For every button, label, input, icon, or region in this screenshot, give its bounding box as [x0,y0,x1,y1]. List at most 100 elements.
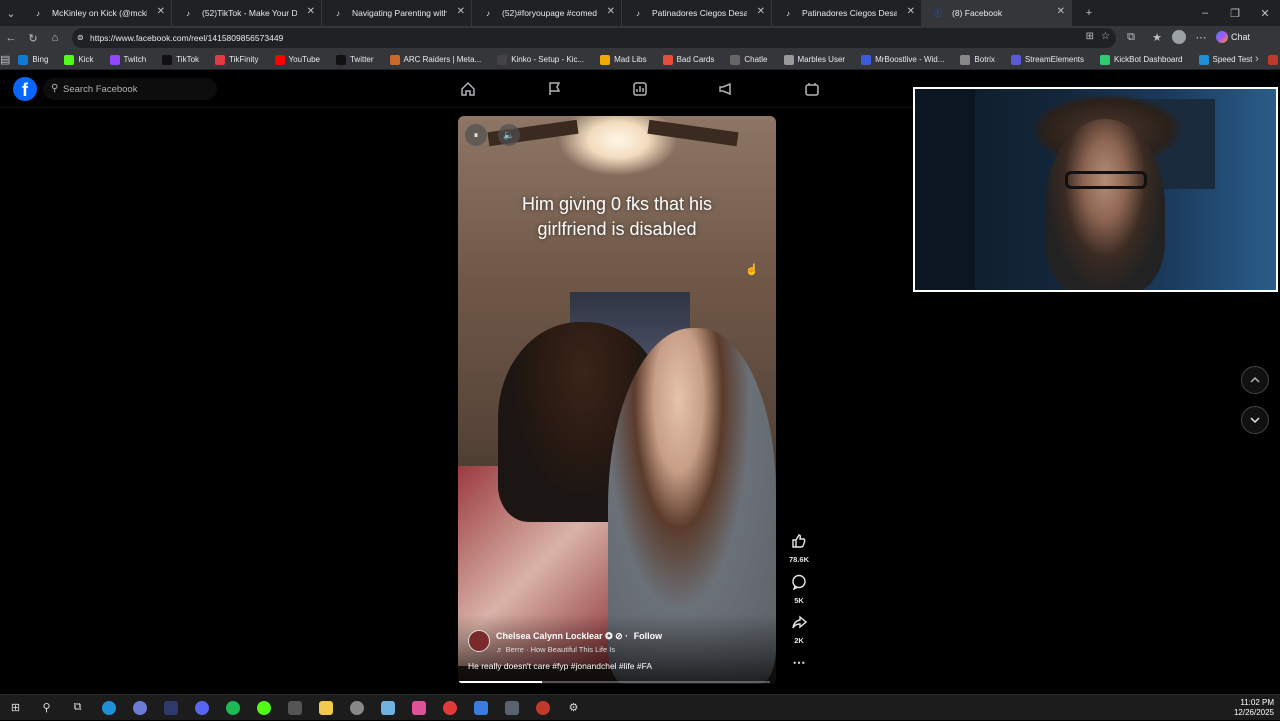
insights-icon[interactable] [630,80,650,98]
pages-flag-icon[interactable] [544,80,564,98]
bookmark-item[interactable]: TikFinity [207,54,266,65]
home-button-icon[interactable]: ⌂ [44,32,66,44]
edge-browser-icon[interactable] [93,695,124,721]
app-icon[interactable] [372,695,403,721]
tab-list-chevron-icon[interactable]: ⌄ [0,7,22,20]
follow-button[interactable]: Follow [634,631,663,641]
url-bar[interactable]: ⊜ https://www.facebook.com/reel/14158098… [72,28,1116,48]
bookmark-item[interactable]: Marbles User [776,54,854,65]
streamer-face [1045,119,1165,290]
minimize-window-icon[interactable]: – [1190,7,1220,19]
profile-avatar[interactable] [1172,30,1186,44]
settings-gear-icon[interactable]: ⚙ [558,695,589,721]
volume-icon[interactable]: 🔈 [498,124,520,146]
bookmark-label: Twitter [349,55,374,64]
restore-window-icon[interactable]: ❐ [1220,7,1250,20]
clock-date: 12/26/2025 [1233,708,1274,717]
progress-fill [458,681,543,683]
megaphone-ads-icon[interactable] [716,80,736,98]
bookmark-item[interactable]: Chatle [722,54,775,65]
new-tab-button[interactable]: + [1078,7,1100,19]
close-tab-icon[interactable]: ✕ [1057,6,1065,17]
next-reel-button[interactable] [1241,406,1269,434]
bookmark-item[interactable]: Mad Libs [592,54,654,65]
copilot-chat-button[interactable]: Chat [1216,31,1250,43]
app-icon[interactable] [155,695,186,721]
bookmark-item[interactable]: Kinko - Setup - Kic... [489,54,592,65]
author-name[interactable]: Chelsea Calynn Locklear [496,631,603,641]
browser-tab[interactable]: ♪ Navigating Parenting with Toddle ✕ [322,0,472,26]
close-tab-icon[interactable]: ✕ [307,6,315,17]
bookmark-item[interactable]: Bing [10,54,56,65]
bookmark-item[interactable]: Botrix [952,54,1002,65]
video-progress-bar[interactable] [458,681,770,683]
streamer-glasses [1065,171,1147,189]
previous-reel-button[interactable] [1241,366,1269,394]
close-tab-icon[interactable]: ✕ [607,6,615,17]
bookmark-item[interactable]: Twitter [328,54,382,65]
bookmark-item[interactable]: MrBoostlive - Wid... [853,54,952,65]
app-icon[interactable] [341,695,372,721]
reading-list-icon[interactable]: ▤ [0,53,10,66]
favorites-icon[interactable]: ★ [1146,31,1168,44]
app-icon[interactable] [527,695,558,721]
comment-action[interactable]: 5K [787,574,811,605]
discord-icon[interactable] [186,695,217,721]
bookmark-item[interactable]: Kick [56,54,101,65]
bookmark-item[interactable]: Twitch [102,54,155,65]
bookmark-item[interactable]: Bad Cards [655,54,723,65]
taskbar-clock[interactable]: 11:02 PM 12/26/2025 [1234,698,1274,718]
browser-tab[interactable]: ♪ Patinadores Ciegos Desafiando el ✕ [622,0,772,26]
bookmark-star-icon[interactable]: ☆ [1101,31,1110,42]
close-window-icon[interactable]: ✕ [1250,7,1280,20]
close-tab-icon[interactable]: ✕ [157,6,165,17]
bookmark-item[interactable]: ARC Raiders | Meta... [382,54,490,65]
reload-icon[interactable]: ↻ [22,32,44,45]
extensions-icon[interactable]: ⧉ [1120,31,1142,44]
chrome-icon[interactable] [124,695,155,721]
app-icon[interactable] [465,695,496,721]
task-view-icon[interactable]: ⧉ [62,695,93,721]
close-tab-icon[interactable]: ✕ [907,6,915,17]
chevron-up-icon [1250,376,1260,383]
gaming-icon[interactable] [802,80,822,98]
back-icon[interactable]: ← [0,32,22,44]
close-tab-icon[interactable]: ✕ [757,6,765,17]
browser-tab[interactable]: ♪ Patinadores Ciegos Desafiando el ✕ [772,0,922,26]
author-avatar[interactable] [468,630,490,652]
app-icon[interactable] [496,695,527,721]
app-icon[interactable] [248,695,279,721]
site-info-icon[interactable]: ⊜ [77,33,84,42]
more-menu-icon[interactable]: ⋯ [1190,31,1212,44]
app-icon[interactable] [279,695,310,721]
app-icon[interactable] [403,695,434,721]
bookmark-item[interactable]: StreamElements [1003,54,1092,65]
bookmark-item[interactable]: KickBot Dashboard [1092,54,1190,65]
browser-tab[interactable]: ♪ (52)#foryoupage #comedy | roll ti ✕ [472,0,622,26]
bookmark-favicon-icon [861,54,872,65]
browser-tab[interactable]: ⓕ (8) Facebook ✕ [922,0,1072,26]
app-icon[interactable] [434,695,465,721]
search-icon[interactable]: ⚲ [31,695,62,721]
bookmark-item[interactable]: YouTube [267,54,328,65]
music-track[interactable]: ♬ Berre · How Beautiful This Life Is [496,645,615,654]
close-tab-icon[interactable]: ✕ [457,6,465,17]
apps-grid-icon[interactable]: ⊞ [1086,31,1094,42]
more-options-icon[interactable]: ⋯ [787,655,811,671]
home-icon[interactable] [458,80,478,98]
facebook-logo-icon[interactable]: f [13,77,37,101]
share-action[interactable]: 2K [787,614,811,645]
more-bookmarks-chevron-icon[interactable]: › [1246,53,1268,65]
bookmark-favicon-icon [215,54,226,65]
start-button-icon[interactable]: ⊞ [0,695,31,721]
tiktok-icon: ♪ [336,8,340,18]
search-facebook-input[interactable]: ⚲ Search Facebook [43,78,217,100]
reel-video-player[interactable]: Him giving 0 fks that his girlfriend is … [458,116,776,684]
bookmark-item[interactable]: TikTok [154,54,207,65]
browser-tab[interactable]: ♪ McKinley on Kick (@mckinley.tv) | ✕ [22,0,172,26]
spotify-icon[interactable] [217,695,248,721]
pause-icon[interactable]: ⏸ [465,124,487,146]
file-explorer-icon[interactable] [310,695,341,721]
like-action[interactable]: 78.6K [787,533,811,564]
browser-tab[interactable]: ♪ (52)TikTok - Make Your Day ✕ [172,0,322,26]
